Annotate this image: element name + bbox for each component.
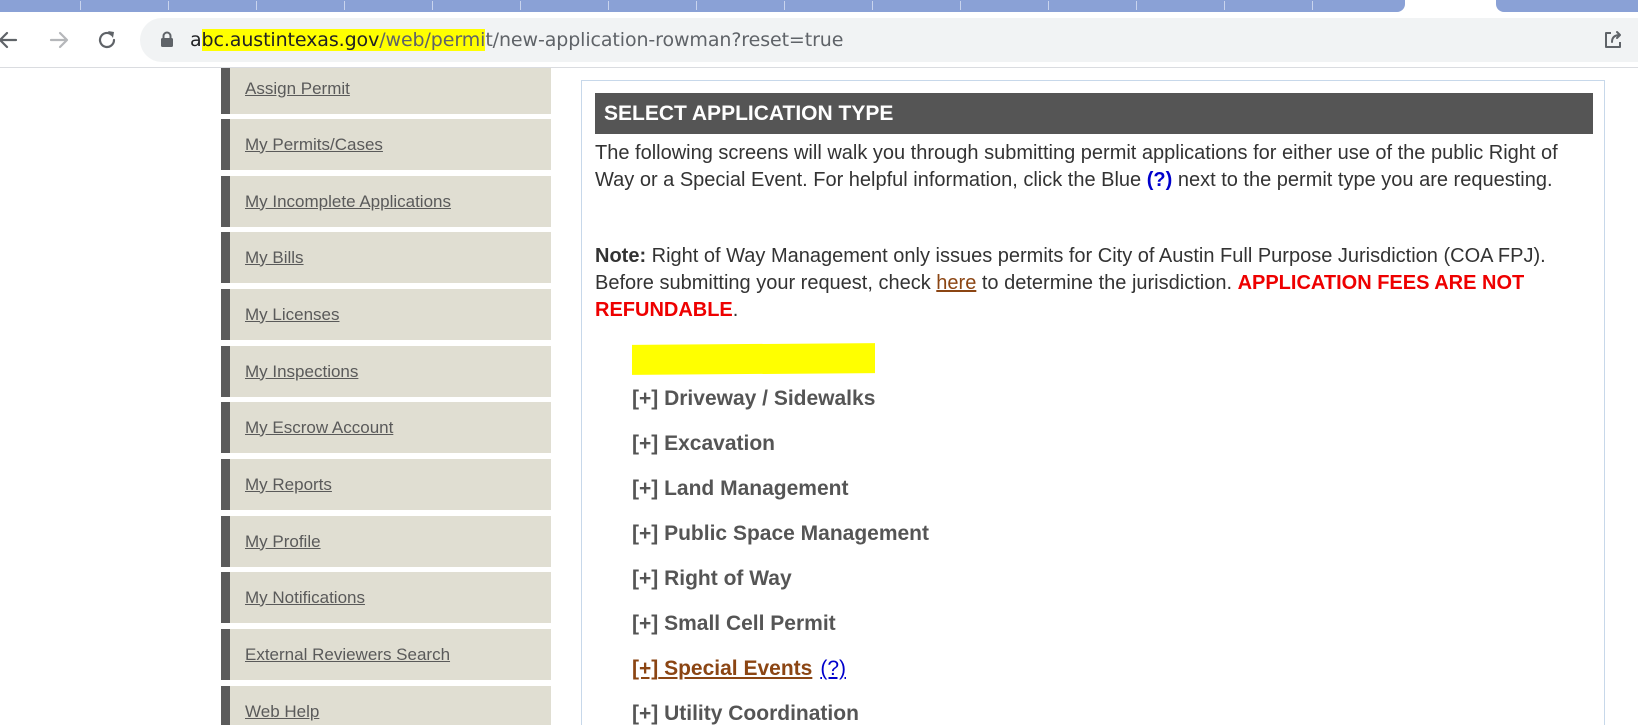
tab-divider [872, 1, 873, 10]
sidebar-item-label[interactable]: My Permits/Cases [245, 135, 383, 155]
app-type-utility-coordination[interactable]: [+] Utility Coordination [632, 691, 1532, 725]
address-bar[interactable]: abc.austintexas.gov/web/permit/new-appli… [140, 18, 1638, 62]
app-type-label[interactable]: Special Events [658, 657, 812, 680]
sidebar-item-label[interactable]: Assign Permit [245, 79, 350, 99]
application-type-panel: SELECT APPLICATION TYPE The following sc… [581, 80, 1605, 725]
tab-divider [960, 1, 961, 10]
expand-marker[interactable]: [+] [632, 657, 658, 680]
app-type-label: Excavation [664, 432, 775, 455]
sidebar-nav: Assign Permit My Permits/Cases My Incomp… [221, 68, 551, 725]
expand-marker: [+] [632, 477, 659, 500]
app-type-special-events[interactable]: [+] Special Events (?) [632, 646, 1532, 691]
app-type-public-space-management[interactable]: [+] Public Space Management [632, 511, 1532, 556]
app-type-land-management[interactable]: [+] Land Management [632, 466, 1532, 511]
help-link[interactable]: (?) [820, 657, 846, 680]
tab-divider [1048, 1, 1049, 10]
browser-toolbar: abc.austintexas.gov/web/permit/new-appli… [0, 12, 1638, 68]
tab-divider [344, 1, 345, 10]
sidebar-item-external-reviewers-search[interactable]: External Reviewers Search [221, 629, 551, 680]
redaction-highlight [632, 343, 875, 375]
sidebar-item-my-notifications[interactable]: My Notifications [221, 572, 551, 623]
sidebar-item-my-inspections[interactable]: My Inspections [221, 346, 551, 397]
sidebar-item-my-bills[interactable]: My Bills [221, 232, 551, 283]
sidebar-item-label[interactable]: Web Help [245, 702, 319, 722]
sidebar-item-assign-permit[interactable]: Assign Permit [221, 68, 551, 114]
application-type-list: [+] Driveway / Sidewalks [+] Excavation … [632, 376, 1532, 725]
expand-marker: [+] [632, 432, 659, 455]
app-type-label: Public Space Management [664, 522, 930, 545]
app-type-excavation[interactable]: [+] Excavation [632, 421, 1532, 466]
note-end: . [732, 299, 739, 321]
tab-divider [784, 1, 785, 10]
url-path: t/new-application-rowman?reset=true [485, 29, 844, 51]
tab-divider [696, 1, 697, 10]
url-path-highlighted: /web/permi [379, 29, 486, 51]
app-type-label: Driveway / Sidewalks [664, 387, 876, 410]
sidebar-item-label[interactable]: My Inspections [245, 362, 358, 382]
reload-icon[interactable] [93, 26, 121, 54]
app-type-label: Right of Way [664, 567, 792, 590]
app-type-label: Small Cell Permit [664, 612, 836, 635]
expand-marker: [+] [632, 702, 659, 725]
app-type-label: Utility Coordination [664, 702, 859, 725]
help-marker: (?) [1146, 169, 1173, 191]
intro-paragraph: The following screens will walk you thro… [595, 140, 1595, 194]
sidebar-item-my-permits-cases[interactable]: My Permits/Cases [221, 119, 551, 170]
sidebar-item-my-incomplete-applications[interactable]: My Incomplete Applications [221, 176, 551, 227]
sidebar-item-label[interactable]: My Profile [245, 532, 321, 552]
app-type-right-of-way[interactable]: [+] Right of Way [632, 556, 1532, 601]
tab-divider [520, 1, 521, 10]
tab-divider [1136, 1, 1137, 10]
tab-divider [168, 1, 169, 10]
sidebar-item-label[interactable]: My Notifications [245, 588, 365, 608]
tab-divider [608, 1, 609, 10]
sidebar-item-label[interactable]: My Reports [245, 475, 332, 495]
tab-divider [1224, 1, 1225, 10]
lock-icon[interactable] [160, 31, 174, 53]
sidebar-item-label[interactable]: My Escrow Account [245, 418, 393, 438]
expand-marker: [+] [632, 567, 659, 590]
tab-divider [256, 1, 257, 10]
url-host-highlighted: bc.austintexas.gov [201, 29, 380, 51]
expand-marker: [+] [632, 612, 659, 635]
sidebar-item-my-licenses[interactable]: My Licenses [221, 289, 551, 340]
sidebar-item-label[interactable]: My Bills [245, 248, 304, 268]
sidebar-item-my-reports[interactable]: My Reports [221, 459, 551, 510]
expand-marker: [+] [632, 522, 659, 545]
app-type-driveway-sidewalks[interactable]: [+] Driveway / Sidewalks [632, 376, 1532, 421]
note-label: Note: [595, 245, 647, 267]
note-text-cont: to determine the jurisdiction. [976, 272, 1238, 294]
url-prefix: a [190, 29, 202, 51]
app-type-label: Land Management [664, 477, 849, 500]
page-title: SELECT APPLICATION TYPE [595, 93, 1593, 134]
share-icon[interactable] [1602, 29, 1624, 56]
sidebar-item-label[interactable]: My Licenses [245, 305, 339, 325]
note-paragraph: Note: Right of Way Management only issue… [595, 243, 1595, 324]
url-text[interactable]: abc.austintexas.gov/web/permit/new-appli… [190, 29, 843, 51]
tab-divider [1312, 1, 1313, 10]
jurisdiction-link[interactable]: here [936, 272, 976, 294]
browser-tabs[interactable] [0, 0, 1405, 12]
forward-arrow-icon[interactable] [45, 26, 73, 54]
intro-text-end: next to the permit type you are requesti… [1172, 169, 1553, 191]
tab-strip [0, 0, 1638, 12]
tab-divider [432, 1, 433, 10]
tab-divider [80, 1, 81, 10]
sidebar-item-my-escrow-account[interactable]: My Escrow Account [221, 402, 551, 453]
browser-tab-active[interactable] [1496, 0, 1638, 12]
back-arrow-icon[interactable] [0, 26, 22, 54]
sidebar-item-label[interactable]: External Reviewers Search [245, 645, 450, 665]
expand-marker: [+] [632, 387, 659, 410]
sidebar-item-my-profile[interactable]: My Profile [221, 516, 551, 567]
sidebar-item-web-help[interactable]: Web Help [221, 686, 551, 725]
app-type-small-cell-permit[interactable]: [+] Small Cell Permit [632, 601, 1532, 646]
sidebar-item-label[interactable]: My Incomplete Applications [245, 192, 451, 212]
